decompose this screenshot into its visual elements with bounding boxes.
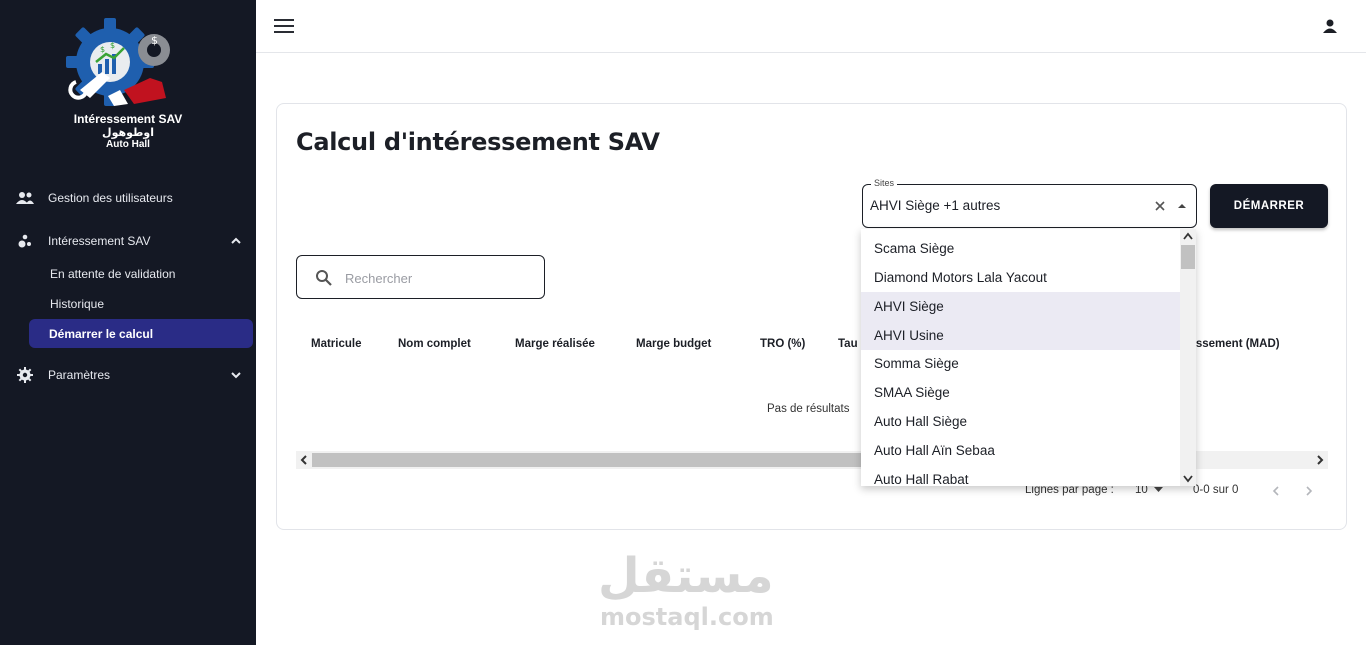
option-scama-siege[interactable]: Scama Siège [861, 234, 1180, 263]
sites-select[interactable]: Sites AHVI Siège +1 autres [862, 178, 1197, 228]
option-diamond-motors[interactable]: Diamond Motors Lala Yacout [861, 263, 1180, 292]
chevron-up-icon [231, 237, 241, 244]
brand-subtitle: Auto Hall [106, 139, 150, 150]
option-somma-siege[interactable]: Somma Siège [861, 349, 1180, 378]
scroll-right-icon[interactable] [1315, 455, 1325, 465]
scroll-thumb[interactable] [1181, 245, 1195, 269]
chevron-down-icon [231, 372, 241, 379]
svg-text:$: $ [100, 45, 105, 54]
prev-page-icon[interactable] [1271, 486, 1281, 496]
caret-down-icon [1153, 487, 1163, 492]
users-icon [16, 189, 34, 207]
column-header-matricule[interactable]: Matricule [311, 338, 362, 350]
sidebar-item-users[interactable]: Gestion des utilisateurs [0, 183, 256, 213]
option-auto-hall-rabat[interactable]: Auto Hall Rabat [861, 465, 1180, 486]
column-header-taux[interactable]: Tau [838, 338, 858, 350]
sites-label: Sites [871, 178, 898, 188]
scroll-thumb[interactable] [312, 453, 877, 467]
sidebar-item-settings[interactable]: Paramètres [0, 360, 256, 390]
option-auto-hall-siege[interactable]: Auto Hall Siège [861, 407, 1180, 436]
bubble-chart-icon [16, 232, 34, 250]
dropdown-scrollbar[interactable] [1180, 229, 1196, 486]
column-header-marge-realisee[interactable]: Marge réalisée [515, 338, 595, 350]
caret-up-icon[interactable] [1177, 202, 1187, 210]
next-page-icon[interactable] [1304, 486, 1314, 496]
gear-icon [16, 366, 34, 384]
account-icon[interactable] [1322, 18, 1338, 34]
search-field[interactable] [296, 255, 545, 299]
sidebar-item-label: Intéressement SAV [48, 234, 151, 248]
column-header-interessement[interactable]: ressement (MAD) [1185, 338, 1280, 350]
column-header-nom-complet[interactable]: Nom complet [398, 338, 471, 350]
sidebar-subitem-history[interactable]: Historique [50, 297, 104, 311]
brand-logo: $ $ $ [66, 18, 170, 106]
app-root: $ $ $ Intéressement SAV اوطوهول Auto Hal… [0, 0, 1366, 645]
sites-value: AHVI Siège +1 autres [870, 198, 1001, 213]
option-smaa-siege[interactable]: SMAA Siège [861, 378, 1180, 407]
pagination-range: 0-0 sur 0 [1193, 484, 1239, 496]
search-input[interactable] [345, 266, 525, 290]
top-app-bar [256, 0, 1366, 53]
sidebar: $ $ $ Intéressement SAV اوطوهول Auto Hal… [0, 0, 256, 645]
column-header-marge-budget[interactable]: Marge budget [636, 338, 711, 350]
sidebar-item-label: Gestion des utilisateurs [48, 191, 173, 205]
clear-icon[interactable] [1154, 200, 1166, 212]
sidebar-subitem-pending[interactable]: En attente de validation [50, 267, 175, 281]
sidebar-item-interessement[interactable]: Intéressement SAV [0, 226, 256, 256]
svg-text:$: $ [110, 41, 115, 50]
option-auto-hall-ain-sebaa[interactable]: Auto Hall Aïn Sebaa [861, 436, 1180, 465]
sites-dropdown-list[interactable]: Scama Siège Diamond Motors Lala Yacout A… [861, 229, 1196, 486]
start-button[interactable]: DÉMARRER [1210, 184, 1328, 228]
brand-arabic-name: اوطوهول [102, 127, 154, 139]
scroll-down-icon[interactable] [1183, 475, 1193, 483]
watermark-arabic: مستقل [598, 548, 774, 604]
page-title: Calcul d'intéressement SAV [296, 128, 660, 156]
svg-text:$: $ [151, 34, 158, 47]
scroll-up-icon[interactable] [1183, 232, 1193, 240]
column-header-tro[interactable]: TRO (%) [760, 338, 805, 350]
sidebar-subitem-start-calc[interactable]: Démarrer le calcul [29, 319, 253, 348]
option-ahvi-usine[interactable]: AHVI Usine [861, 321, 1180, 350]
brand-title: Intéressement SAV [73, 112, 183, 126]
search-icon [316, 270, 332, 286]
scroll-left-icon[interactable] [299, 455, 309, 465]
option-ahvi-siege[interactable]: AHVI Siège [861, 292, 1180, 321]
menu-icon[interactable] [274, 19, 294, 35]
watermark-latin: mostaql.com [600, 603, 774, 631]
sidebar-item-label: Paramètres [48, 368, 111, 382]
empty-state: Pas de résultats [767, 403, 850, 415]
